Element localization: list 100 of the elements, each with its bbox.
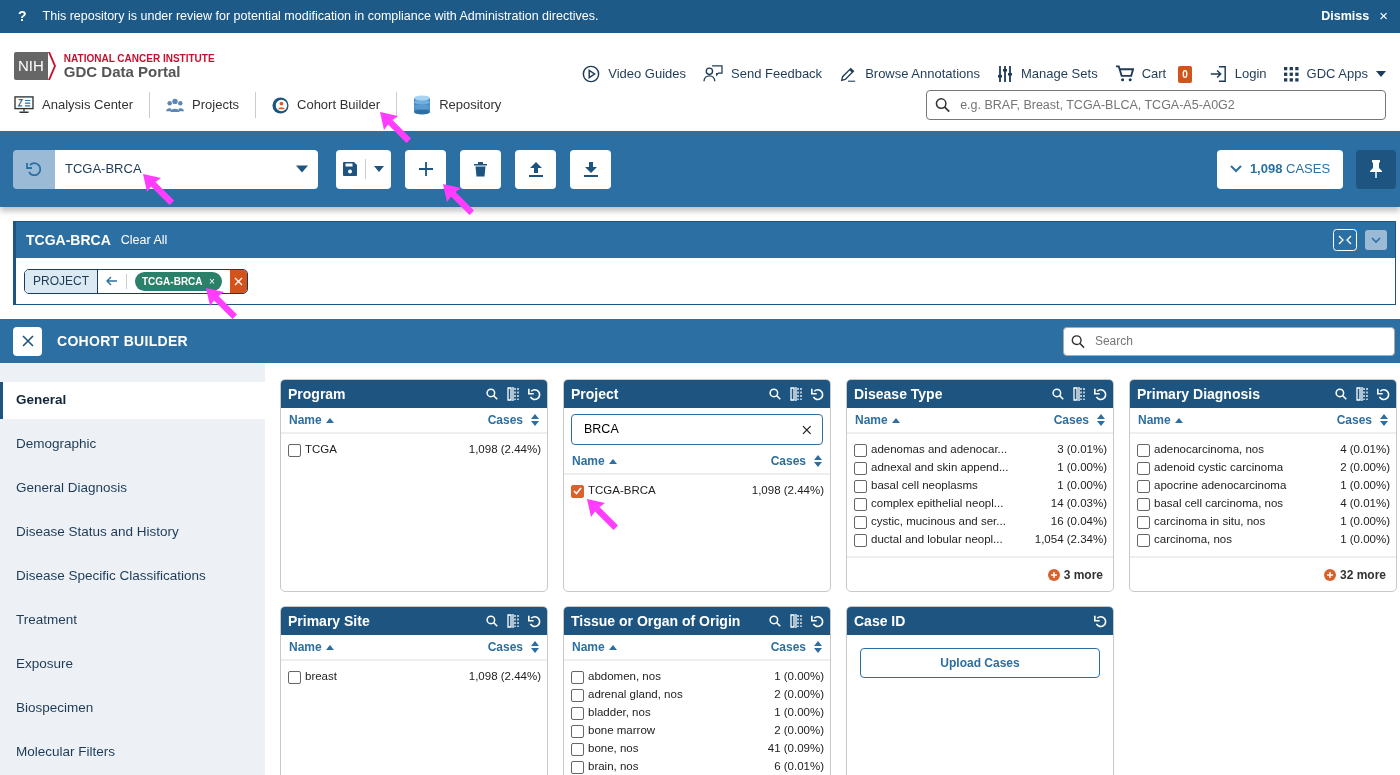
checkbox[interactable] [854,497,867,511]
nav-link[interactable]: Analysis Center [14,95,150,115]
help-icon: ? [18,6,27,27]
sort-icon [1380,414,1388,426]
column-header[interactable]: Cases [487,411,539,429]
search-icon [1071,333,1085,349]
upload-cases-button[interactable]: Upload Cases [860,648,1100,678]
column-header[interactable]: Name [289,411,334,429]
checkbox[interactable] [571,760,584,774]
institute-name: NATIONAL CANCER INSTITUTE [63,52,215,64]
checkbox[interactable] [571,670,584,684]
category-tab[interactable]: Demographic [0,426,265,463]
column-header[interactable]: Name [572,638,617,656]
checkbox[interactable] [571,484,584,498]
checkbox[interactable] [571,742,584,756]
nav-link[interactable]: Repository [397,95,518,115]
header-link[interactable]: GDC Apps [1283,64,1386,84]
value-chip[interactable]: TCGA-BRCA × [135,271,222,291]
search-icon [769,615,781,627]
cohort-title: TCGA-BRCA [26,230,111,250]
columns-icon [1356,387,1368,401]
case-count: 1 (0.00%) [1057,460,1107,476]
category-tab[interactable]: Treatment [0,602,265,639]
cases-button[interactable]: 1,098 CASES [1217,149,1343,189]
header-link[interactable]: Login [1208,64,1267,84]
checkbox[interactable] [288,670,301,684]
delete-button[interactable] [460,149,501,189]
save-icon [343,162,357,176]
case-count: 4 (0.01%) [1340,442,1390,458]
undo-button[interactable] [13,149,55,189]
header-link[interactable]: Cart 0 [1114,64,1192,84]
checkbox[interactable] [571,706,584,720]
more-link[interactable]: 32 more [1323,565,1386,584]
column-header[interactable]: Cases [487,638,539,656]
checkbox[interactable] [571,724,584,738]
checkbox[interactable] [854,479,867,493]
category-tab[interactable]: General Diagnosis [0,470,265,507]
add-button[interactable] [405,149,446,189]
remove-filter-button[interactable] [229,269,247,293]
reset-icon [1377,387,1390,401]
column-header[interactable]: Cases [770,638,822,656]
more-link[interactable]: 3 more [1047,565,1103,584]
facet-search-field[interactable]: Search [1063,326,1395,356]
checkbox[interactable] [1137,497,1150,511]
category-tab[interactable]: Disease Status and History [0,514,265,551]
dismiss-link[interactable]: Dismiss [1321,7,1370,26]
cart-count: 0 [1178,65,1192,83]
filter-field[interactable]: BRCA [571,414,823,445]
column-header[interactable]: Name [855,411,900,429]
column-header[interactable]: Cases [770,452,822,470]
annotation-arrow [204,286,240,322]
close-button[interactable] [13,326,42,356]
header-link[interactable]: Browse Annotations [839,64,981,84]
option-label: bone marrow [588,723,656,739]
column-header[interactable]: Name [289,638,334,656]
category-tab[interactable]: General [0,382,265,419]
checkbox[interactable] [1137,533,1150,547]
search-icon [935,97,951,113]
close-icon[interactable]: × [1379,5,1388,28]
columns-icon [790,387,802,401]
cohort-dropdown[interactable]: TCGA-BRCA [55,149,318,189]
header-link[interactable]: Manage Sets [997,64,1098,84]
column-header[interactable]: Cases [1336,411,1388,429]
sort-asc-icon [1174,417,1183,423]
checkbox[interactable] [1137,479,1150,493]
search-field[interactable]: e.g. BRAF, Breast, TCGA-BLCA, TCGA-A5-A0G2 [926,90,1386,120]
column-header[interactable]: Cases [1053,411,1105,429]
category-tab[interactable]: Molecular Filters [0,734,265,771]
reset-icon [811,387,824,401]
checkbox[interactable] [288,443,301,457]
checkbox[interactable] [854,533,867,547]
case-count: 4 (0.01%) [1340,496,1390,512]
category-tab[interactable]: Biospecimen [0,690,265,727]
clear-all-link[interactable]: Clear All [120,230,168,250]
header-link[interactable]: Video Guides [582,64,687,84]
column-header[interactable]: Name [572,452,617,470]
download-button[interactable] [570,149,611,189]
sort-asc-icon [608,458,617,464]
nci-logo[interactable]: NIH NATIONAL CANCER INSTITUTE GDC Data Portal [14,52,215,80]
case-count: 1 (0.00%) [1340,532,1390,548]
nav-link[interactable]: Projects [150,95,255,115]
column-header[interactable]: Name [1138,411,1183,429]
checkbox[interactable] [1137,461,1150,475]
header-link[interactable]: Send Feedback [703,64,823,84]
option-label: carcinoma, nos [1154,532,1232,548]
checkbox[interactable] [1137,515,1150,529]
sort-icon [531,414,539,426]
save-button[interactable] [336,149,391,189]
category-tab[interactable]: Exposure [0,646,265,683]
checkbox[interactable] [854,515,867,529]
checkbox[interactable] [1137,443,1150,457]
category-tab[interactable]: Disease Specific Classifications [0,558,265,595]
checkbox[interactable] [854,443,867,457]
upload-button[interactable] [515,149,556,189]
pin-button[interactable] [1356,149,1396,189]
checkbox[interactable] [854,461,867,475]
checkbox[interactable] [571,688,584,702]
nav-link[interactable]: Cohort Builder [256,95,397,115]
case-count: 1,098 (2.44%) [751,483,824,499]
option-label: bone, nos [588,741,639,757]
